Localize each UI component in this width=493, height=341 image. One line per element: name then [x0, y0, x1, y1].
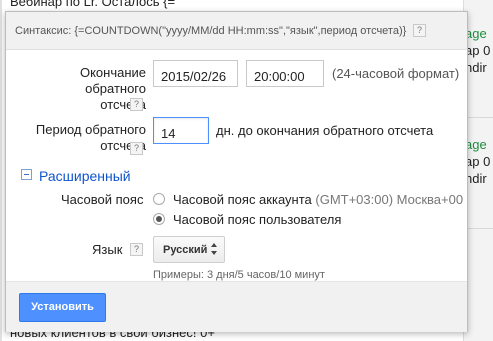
- help-icon[interactable]: ?: [413, 24, 426, 37]
- advanced-label: Расширенный: [39, 168, 131, 184]
- help-icon[interactable]: ?: [130, 243, 143, 256]
- period-label: Период обратного отсчета: [35, 122, 146, 153]
- countdown-popup: Синтаксис: {=COUNTDOWN("yyyy/MM/dd HH:mm…: [5, 11, 468, 332]
- timezone-label: Часовой пояс: [61, 192, 144, 207]
- language-select[interactable]: Русский: [153, 236, 225, 263]
- language-label: Язык: [92, 242, 123, 257]
- end-date-input[interactable]: [153, 60, 238, 87]
- help-icon[interactable]: ?: [130, 142, 143, 155]
- end-time-input[interactable]: [246, 60, 324, 87]
- background-fragment: age: [465, 137, 487, 152]
- tz-account-option[interactable]: Часовой пояс аккаунта (GMT+03:00) Москва…: [173, 192, 463, 207]
- background-fragment: ndir: [465, 171, 487, 186]
- page-edge: [0, 0, 2, 341]
- syntax-bar: Синтаксис: {=COUNTDOWN("yyyy/MM/dd HH:mm…: [6, 12, 467, 50]
- tz-account-detail: (GMT+03:00) Москва+00: [315, 192, 464, 207]
- help-icon[interactable]: ?: [130, 98, 143, 111]
- tz-account-label: Часовой пояс аккаунта: [173, 192, 312, 207]
- select-arrows-icon: [211, 243, 217, 255]
- tz-user-label[interactable]: Часовой пояс пользователя: [173, 212, 341, 227]
- set-button[interactable]: Установить: [19, 293, 106, 322]
- background-ad-text-top: Вебинар по Lr. Осталось {=: [10, 0, 176, 9]
- language-value: Русский: [163, 244, 208, 256]
- tz-user-radio[interactable]: [153, 213, 165, 225]
- tz-account-radio[interactable]: [153, 193, 165, 205]
- collapse-icon: [21, 169, 32, 180]
- background-fragment: ар 0: [465, 43, 491, 58]
- background-fragment: age: [465, 26, 487, 41]
- time-format-hint: (24-часовой формат): [332, 66, 460, 81]
- period-suffix: дн. до окончания обратного отсчета: [216, 123, 434, 138]
- examples-text: Примеры: 3 дня/5 часов/10 минут: [153, 269, 325, 281]
- advanced-toggle[interactable]: Расширенный: [21, 168, 131, 184]
- background-fragment: ndir: [465, 60, 487, 75]
- period-input[interactable]: [153, 117, 209, 144]
- syntax-text: Синтаксис: {=COUNTDOWN("yyyy/MM/dd HH:mm…: [15, 25, 407, 37]
- background-fragment: ар 0: [465, 154, 491, 169]
